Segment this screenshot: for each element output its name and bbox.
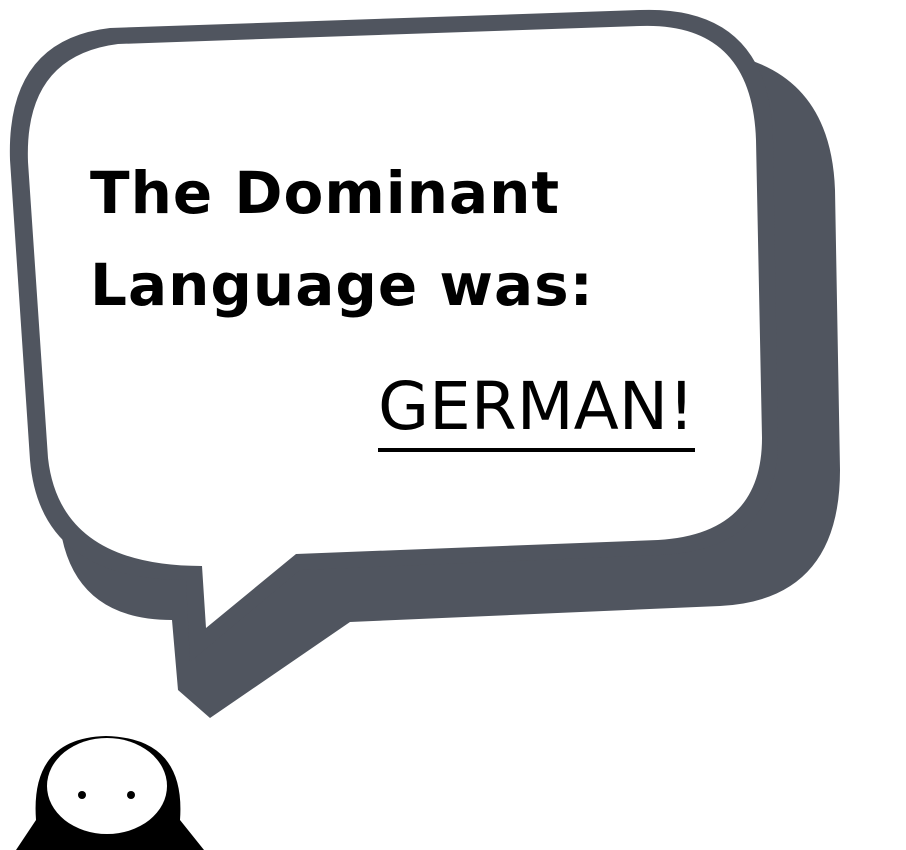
comic-panel: The Dominant Language was: GERMAN! bbox=[0, 0, 906, 850]
speech-line-2: Language was: bbox=[90, 251, 594, 319]
round-character-icon bbox=[16, 736, 204, 850]
speech-answer: GERMAN! bbox=[378, 370, 695, 452]
speech-bubble-fill bbox=[27, 25, 763, 629]
speech-line-1: The Dominant bbox=[90, 159, 561, 227]
